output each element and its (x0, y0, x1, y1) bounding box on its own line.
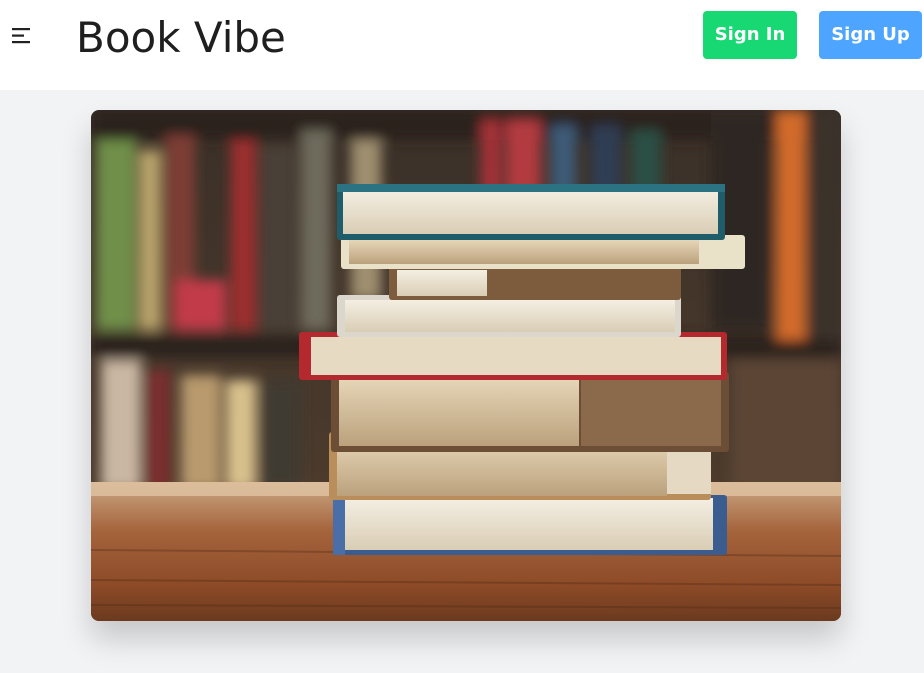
brand-title[interactable]: Book Vibe (76, 10, 286, 66)
sign-in-button[interactable]: Sign In (703, 11, 797, 59)
hero-image (91, 110, 841, 621)
hamburger-menu-icon[interactable] (10, 26, 34, 46)
book-stack (299, 184, 745, 555)
sign-up-button[interactable]: Sign Up (819, 11, 922, 59)
navbar: Book Vibe Sign In Sign Up (0, 0, 924, 90)
